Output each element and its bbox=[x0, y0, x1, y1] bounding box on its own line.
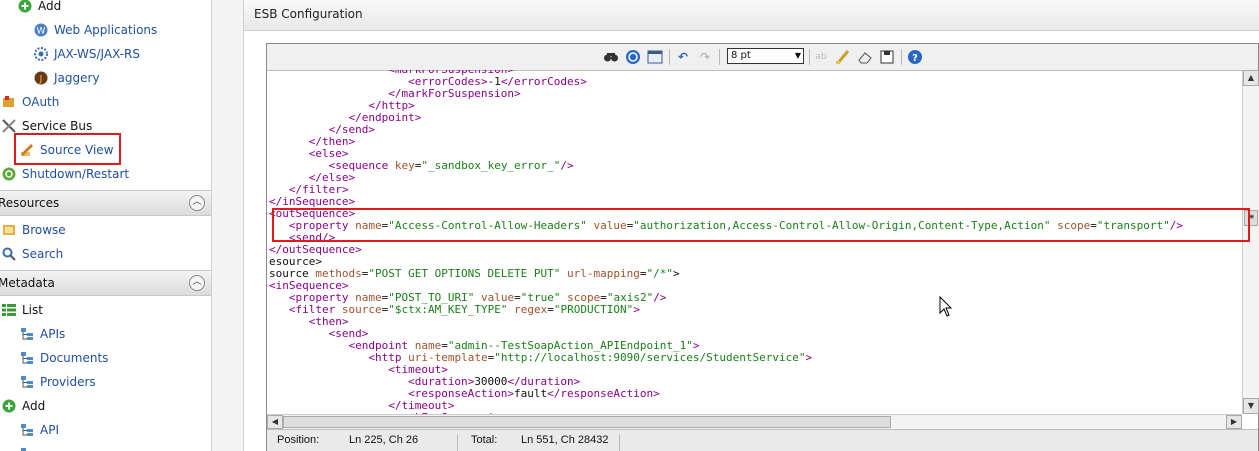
shutdown-icon bbox=[2, 167, 16, 181]
sidebar-item-oauth[interactable]: OAuth bbox=[2, 91, 59, 113]
editor-toolbar: ↶ ↷ 8 pt ▼ ab ? bbox=[267, 44, 1258, 71]
toolbar-separator bbox=[719, 49, 720, 65]
status-divider bbox=[457, 434, 458, 451]
plus-circle-icon bbox=[2, 399, 16, 413]
scroll-up-icon[interactable]: ▲ bbox=[1243, 70, 1259, 86]
tree-icon bbox=[20, 351, 34, 365]
mouse-cursor-icon bbox=[939, 295, 953, 321]
svg-text:W: W bbox=[37, 27, 46, 37]
window-icon[interactable] bbox=[647, 49, 663, 65]
sidebar: Add W Web Applications JAX-WS/JAX-RS J J… bbox=[0, 0, 212, 451]
svg-text:J: J bbox=[39, 75, 43, 85]
redo-icon[interactable]: ↷ bbox=[697, 49, 713, 65]
sidebar-item-add-metadata: Add bbox=[2, 395, 45, 417]
sidebar-item-apis[interactable]: APIs bbox=[20, 323, 65, 345]
sidebar-item-search[interactable]: Search bbox=[2, 243, 63, 265]
panel-header: ESB Configuration bbox=[244, 0, 1259, 31]
layout-gap bbox=[212, 0, 242, 451]
sidebar-item-providers[interactable]: Providers bbox=[20, 371, 96, 393]
sidebar-item-browse[interactable]: Browse bbox=[2, 219, 66, 241]
scrollbar-thumb[interactable] bbox=[283, 416, 891, 428]
panel-title: ESB Configuration bbox=[254, 7, 363, 21]
source-editor: ↶ ↷ 8 pt▼ ab ? <markForSuspension> <erro… bbox=[266, 43, 1259, 451]
toolbar-separator bbox=[809, 49, 810, 65]
code-area[interactable]: <markForSuspension> <errorCodes>-1</erro… bbox=[267, 70, 1242, 414]
toolbar-separator bbox=[901, 49, 902, 65]
font-size-select[interactable]: 8 pt ▼ bbox=[727, 48, 804, 64]
svg-text:?: ? bbox=[912, 53, 918, 64]
browse-icon bbox=[2, 223, 16, 237]
chevron-up-icon[interactable]: ︿ bbox=[189, 195, 205, 211]
sidebar-item-cutoff bbox=[20, 443, 40, 451]
refresh-icon[interactable] bbox=[625, 49, 641, 65]
chevron-up-icon[interactable]: ︿ bbox=[189, 275, 205, 291]
spellcheck-icon[interactable]: ab bbox=[813, 49, 829, 65]
oauth-icon bbox=[2, 95, 16, 109]
save-file-icon[interactable] bbox=[879, 49, 895, 65]
total-label: Total: bbox=[471, 434, 498, 446]
scroll-left-icon[interactable]: ◀ bbox=[267, 415, 283, 429]
web-app-icon: W bbox=[34, 23, 48, 37]
eraser-icon[interactable] bbox=[857, 49, 873, 65]
jax-ws-icon bbox=[34, 47, 48, 61]
tree-icon bbox=[20, 375, 34, 389]
horizontal-scrollbar[interactable]: ◀ ▶ bbox=[267, 414, 1242, 429]
status-divider bbox=[619, 434, 620, 451]
service-bus-icon bbox=[2, 119, 16, 133]
position-label: Position: bbox=[277, 434, 320, 446]
toolbar-separator bbox=[669, 49, 670, 65]
sidebar-item-list: List bbox=[2, 299, 43, 321]
find-icon[interactable] bbox=[603, 49, 619, 65]
plus-circle-icon bbox=[18, 0, 32, 13]
source-view-highlight bbox=[14, 133, 121, 165]
section-resources[interactable]: Resources ︿ bbox=[0, 190, 211, 216]
search-icon bbox=[2, 247, 16, 261]
undo-icon[interactable]: ↶ bbox=[675, 49, 691, 65]
out-sequence-highlight bbox=[272, 208, 1250, 242]
sidebar-item-add-api[interactable]: API bbox=[20, 419, 59, 441]
editor-status-bar: Position: Ln 225, Ch 26 Total: Ln 551, C… bbox=[267, 429, 1258, 451]
tree-icon bbox=[20, 327, 34, 341]
tree-icon bbox=[20, 447, 34, 451]
position-value: Ln 225, Ch 26 bbox=[349, 434, 419, 446]
section-metadata[interactable]: Metadata ︿ bbox=[0, 270, 211, 296]
sidebar-item-jax-ws[interactable]: JAX-WS/JAX-RS bbox=[34, 43, 140, 65]
sidebar-item-shutdown-restart[interactable]: Shutdown/Restart bbox=[2, 163, 129, 185]
scroll-down-icon[interactable]: ▼ bbox=[1243, 398, 1259, 414]
dropdown-arrow-icon: ▼ bbox=[794, 51, 801, 60]
help-icon[interactable]: ? bbox=[907, 49, 923, 65]
tree-icon bbox=[20, 423, 34, 437]
sidebar-item-jaggery[interactable]: J Jaggery bbox=[34, 67, 100, 89]
sidebar-item-add[interactable]: Add bbox=[18, 0, 61, 17]
sidebar-item-documents[interactable]: Documents bbox=[20, 347, 108, 369]
sidebar-item-web-applications[interactable]: W Web Applications bbox=[34, 19, 157, 41]
total-value: Ln 551, Ch 28432 bbox=[521, 434, 609, 446]
vertical-scrollbar[interactable]: ▲ ≡ ▼ bbox=[1242, 70, 1259, 414]
scroll-right-icon[interactable]: ▶ bbox=[1226, 415, 1242, 429]
list-icon bbox=[2, 303, 16, 317]
highlight-brush-icon[interactable] bbox=[835, 49, 851, 65]
jaggery-icon: J bbox=[34, 71, 48, 85]
